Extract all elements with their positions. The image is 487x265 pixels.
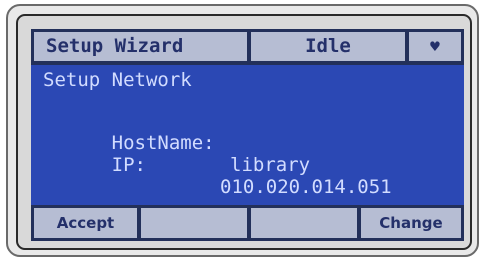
softkey-3-button[interactable]: [251, 208, 357, 238]
wizard-title: Setup Wizard: [34, 32, 247, 61]
softkey-2-button[interactable]: [141, 208, 247, 238]
heart-icon: ♥: [409, 32, 461, 61]
screen-title: Setup Network: [43, 69, 192, 91]
ip-label: IP:: [111, 154, 146, 176]
accept-button[interactable]: Accept: [34, 208, 137, 238]
softkey-bar: Accept Change: [31, 205, 464, 241]
hostname-value[interactable]: library: [230, 154, 310, 176]
ip-value[interactable]: 010.020.014.051: [220, 176, 392, 198]
lcd-screen: Setup Wizard Idle ♥ Setup Network HostNa…: [31, 29, 464, 241]
status-label: Idle: [251, 32, 405, 61]
content-panel: Setup Network HostName: library IP: 010.…: [31, 65, 464, 205]
status-header: Setup Wizard Idle ♥: [31, 29, 464, 65]
change-button[interactable]: Change: [361, 208, 461, 238]
